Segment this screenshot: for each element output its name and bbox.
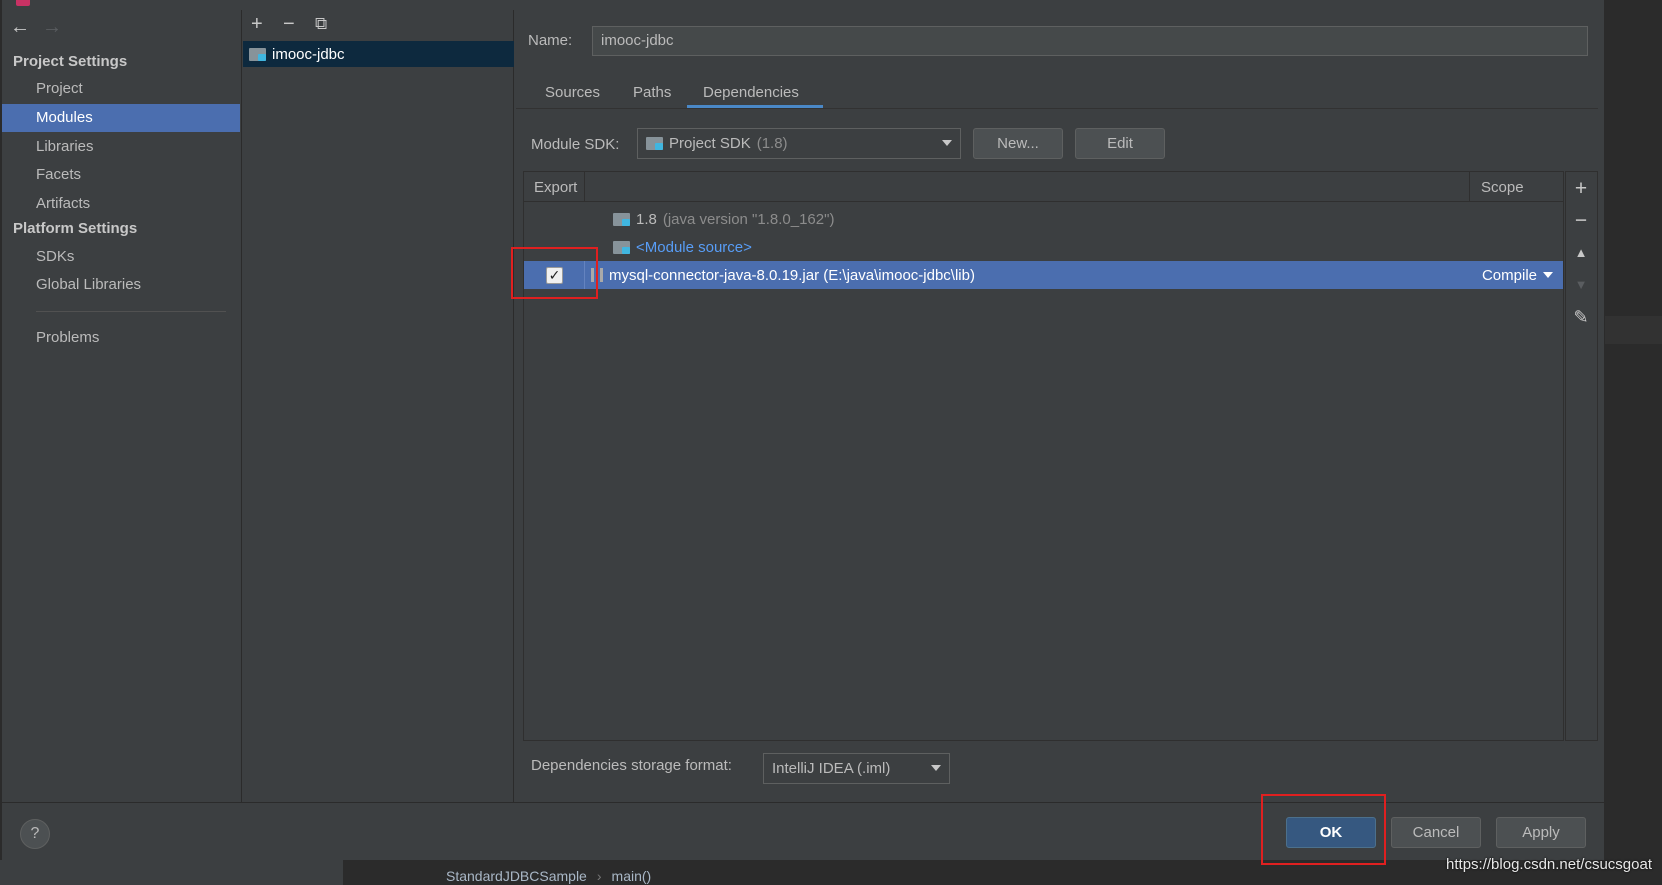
sidebar-item-modules[interactable]: Modules [2, 104, 240, 132]
ide-bottom-panel [0, 860, 343, 885]
scope-dropdown[interactable]: Compile [1482, 267, 1553, 284]
dependency-name: <Module source> [636, 238, 752, 256]
annotation-highlight-export [511, 247, 598, 299]
module-name-field[interactable]: imooc-jdbc [592, 26, 1588, 56]
storage-format-value: IntelliJ IDEA (.iml) [772, 760, 891, 777]
project-settings-header: Project Settings [13, 53, 128, 70]
copy-module-icon[interactable]: ⧉ [315, 14, 327, 34]
sidebar-item-libraries[interactable]: Libraries [2, 133, 240, 161]
apply-button[interactable]: Apply [1496, 817, 1586, 848]
column-header-scope[interactable]: Scope [1481, 179, 1524, 196]
cancel-button[interactable]: Cancel [1391, 817, 1481, 848]
dependency-name: 1.8 [636, 210, 657, 228]
tab-sources[interactable]: Sources [545, 84, 600, 101]
column-divider [1469, 172, 1470, 202]
move-down-icon[interactable]: ▼ [1571, 277, 1591, 292]
tabs-divider [516, 108, 1598, 109]
dependency-cell: 1.8 (java version "1.8.0_162") [613, 211, 834, 228]
module-sdk-label: Module SDK: [531, 136, 620, 153]
dependency-cell: <Module source> [613, 239, 752, 256]
table-row[interactable]: 1.8 (java version "1.8.0_162") [524, 205, 1563, 233]
add-dependency-icon[interactable]: + [1571, 177, 1591, 201]
column-divider [584, 172, 585, 202]
sdk-value: Project SDK [669, 135, 751, 152]
breadcrumb-separator: › [596, 868, 602, 884]
annotation-highlight-ok [1261, 794, 1386, 865]
sidebar-item-global-libraries[interactable]: Global Libraries [2, 271, 240, 299]
module-list-panel [243, 10, 514, 802]
dependency-name: mysql-connector-java-8.0.19.jar (E:\java… [609, 266, 975, 284]
back-arrow-icon[interactable]: ← [10, 16, 30, 39]
remove-dependency-icon[interactable]: − [1571, 209, 1591, 233]
new-sdk-button[interactable]: New... [973, 128, 1063, 159]
move-up-icon[interactable]: ▲ [1571, 245, 1591, 260]
chevron-down-icon [1543, 272, 1553, 278]
sidebar-item-facets[interactable]: Facets [2, 161, 240, 189]
sdk-folder-icon [646, 137, 663, 150]
storage-format-label: Dependencies storage format: [531, 757, 732, 774]
module-sdk-dropdown[interactable]: Project SDK (1.8) [637, 128, 961, 159]
chevron-down-icon [931, 765, 941, 771]
table-row-selected[interactable]: ✓ mysql-connector-java-8.0.19.jar (E:\ja… [524, 261, 1563, 289]
intellij-app-icon [16, 0, 30, 6]
table-row[interactable]: <Module source> [524, 233, 1563, 261]
breadcrumb: StandardJDBCSample › main() [446, 868, 651, 884]
sidebar-item-project[interactable]: Project [2, 75, 240, 103]
sdk-version: (1.8) [756, 135, 788, 152]
module-list-item[interactable]: imooc-jdbc [243, 41, 514, 67]
dependency-detail: (java version "1.8.0_162") [662, 210, 835, 228]
remove-module-icon[interactable]: − [283, 14, 295, 34]
sidebar-divider [36, 311, 226, 312]
tab-dependencies[interactable]: Dependencies [703, 84, 799, 101]
platform-settings-header: Platform Settings [13, 220, 138, 237]
chevron-down-icon [942, 140, 952, 146]
name-label: Name: [528, 32, 573, 49]
help-button[interactable]: ? [20, 819, 50, 849]
forward-arrow-icon[interactable]: → [42, 16, 62, 39]
ide-editor-line-highlight [1605, 316, 1662, 344]
sidebar-item-problems[interactable]: Problems [2, 324, 240, 352]
edit-dependency-icon[interactable]: ✎ [1571, 307, 1591, 328]
edit-sdk-button[interactable]: Edit [1075, 128, 1165, 159]
ide-editor-background [1605, 0, 1662, 885]
dependency-cell: mysql-connector-java-8.0.19.jar (E:\java… [591, 267, 975, 284]
tab-paths[interactable]: Paths [633, 84, 671, 101]
storage-format-dropdown[interactable]: IntelliJ IDEA (.iml) [763, 753, 950, 784]
module-list-item-label: imooc-jdbc [272, 45, 345, 63]
scope-value: Compile [1481, 266, 1537, 284]
breadcrumb-method[interactable]: main() [612, 868, 652, 884]
sidebar-item-sdks[interactable]: SDKs [2, 243, 240, 271]
add-module-icon[interactable]: + [251, 14, 263, 34]
sidebar-item-artifacts[interactable]: Artifacts [2, 190, 240, 218]
breadcrumb-class[interactable]: StandardJDBCSample [446, 868, 587, 884]
dialog-title-bar [2, 0, 202, 8]
module-source-folder-icon [613, 240, 630, 254]
module-folder-icon [249, 47, 266, 61]
watermark: https://blog.csdn.net/csucsgoat [1446, 856, 1652, 873]
column-header-export[interactable]: Export [534, 179, 577, 196]
table-header [524, 172, 1563, 202]
jdk-folder-icon [613, 212, 630, 226]
